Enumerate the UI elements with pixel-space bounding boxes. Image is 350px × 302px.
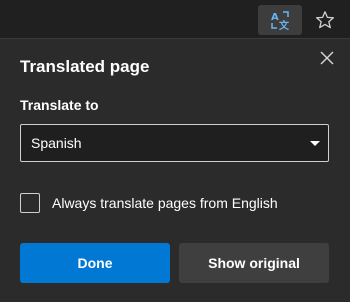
translate-popup: Translated page Translate to Spanish Alw… (0, 38, 350, 302)
popup-title: Translated page (20, 57, 150, 76)
close-icon (320, 51, 334, 65)
translate-button[interactable]: A 文 (258, 5, 302, 35)
show-original-button[interactable]: Show original (179, 243, 329, 283)
svg-text:A: A (271, 12, 279, 23)
always-translate-row[interactable]: Always translate pages from English (20, 193, 278, 213)
translate-to-label: Translate to (20, 97, 99, 113)
done-button[interactable]: Done (20, 243, 170, 283)
language-select[interactable]: Spanish (20, 124, 329, 162)
chevron-down-icon (310, 141, 320, 146)
favorite-button[interactable] (312, 5, 338, 35)
always-translate-label: Always translate pages from English (52, 195, 278, 211)
translate-icon: A 文 (271, 11, 290, 31)
close-button[interactable] (318, 49, 336, 67)
language-select-value: Spanish (31, 135, 82, 151)
star-icon (315, 11, 335, 29)
browser-toolbar: A 文 (0, 0, 350, 38)
svg-text:文: 文 (279, 19, 290, 31)
always-translate-checkbox[interactable] (20, 193, 40, 213)
